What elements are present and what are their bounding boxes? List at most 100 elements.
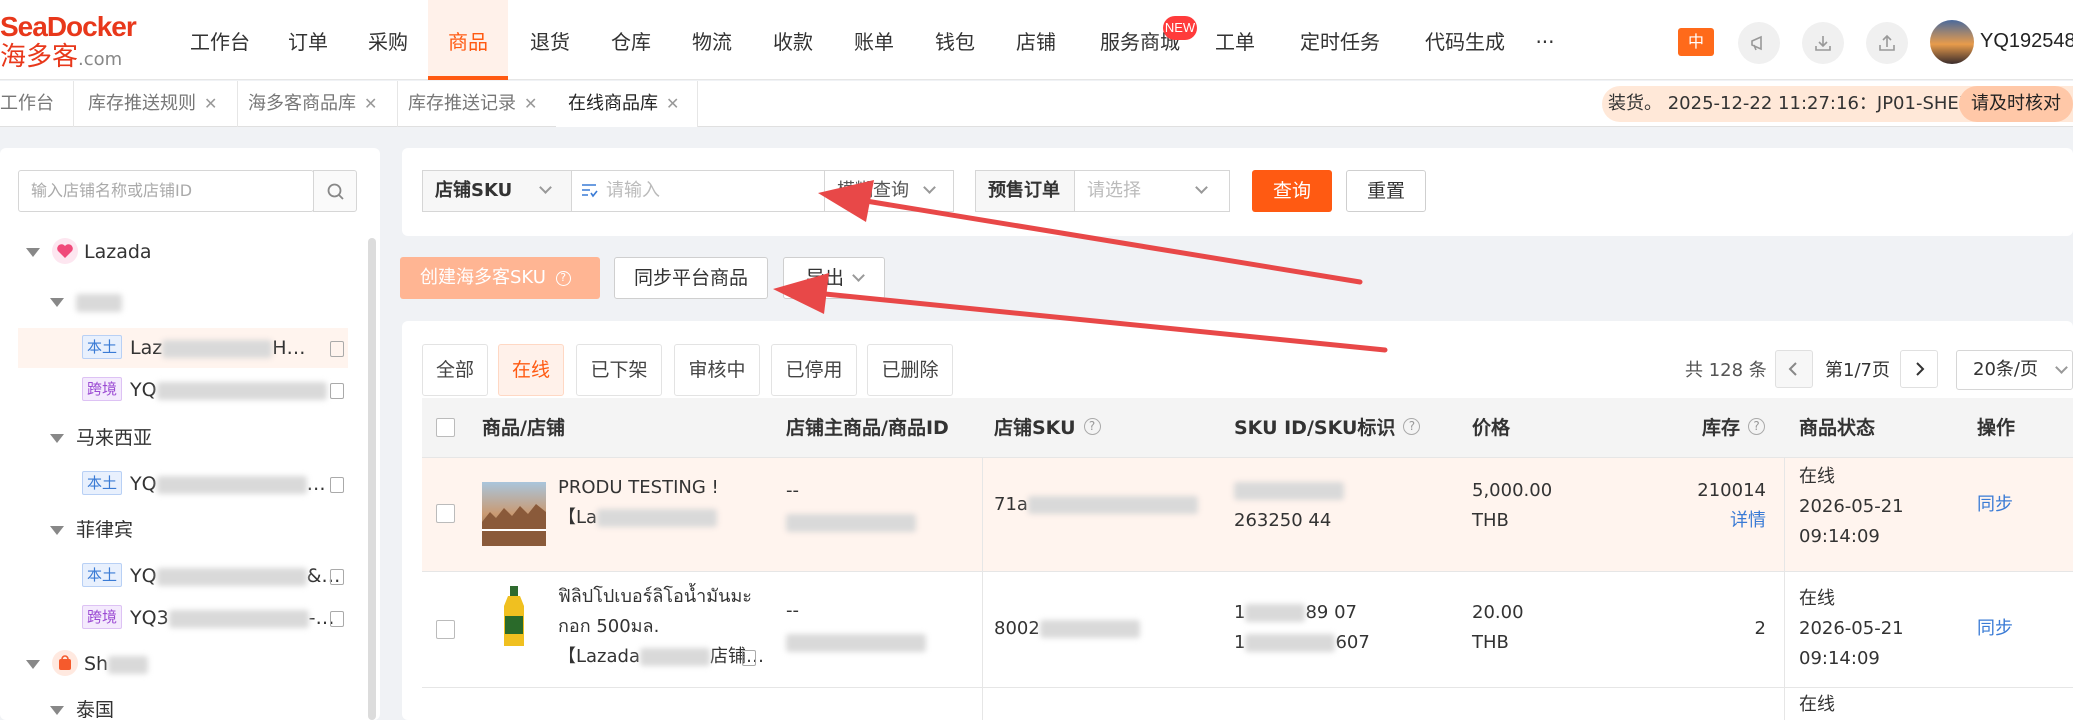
nav-item-returns[interactable]: 退货: [510, 0, 590, 80]
nav-item-purchase[interactable]: 采购: [348, 0, 428, 80]
help-icon[interactable]: ?: [1748, 418, 1766, 435]
avatar[interactable]: [1930, 20, 1974, 64]
sync-link[interactable]: 同步: [1977, 614, 2013, 644]
sync-link[interactable]: 同步: [1977, 490, 2013, 520]
table-row[interactable]: ฟิลิปโปเบอร์ลิโอน้ำมันมะ กอก 500มล. 【Laz…: [422, 572, 2073, 688]
upload-icon[interactable]: [1866, 22, 1908, 64]
nav-item-orders[interactable]: 订单: [268, 0, 348, 80]
match-mode-select[interactable]: 模糊查询: [824, 170, 954, 212]
create-sku-button[interactable]: 创建海多客SKU ?: [400, 257, 600, 299]
nav-item-scheduled-tasks[interactable]: 定时任务: [1280, 0, 1400, 80]
shopee-icon: [52, 649, 78, 676]
user-name[interactable]: YQ192548: [1980, 30, 2073, 53]
sidebar-scrollbar[interactable]: [368, 238, 376, 720]
product-title[interactable]: ฟิลิปโปเบอร์ลิโอน้ำมันมะ: [558, 582, 752, 612]
help-icon[interactable]: ?: [1083, 418, 1101, 435]
copy-icon[interactable]: [330, 477, 344, 493]
tree-node-philippines[interactable]: 菲律宾: [50, 510, 133, 550]
prev-page-button[interactable]: [1775, 350, 1813, 388]
store-sidebar: 输入店铺名称或店铺ID Lazada 本土 Laz H… 跨境 YQ 马来西亚 本土 Y…: [0, 148, 380, 720]
nav-item-service-mall[interactable]: 服务商城: [1085, 0, 1195, 80]
help-icon[interactable]: ?: [1403, 418, 1421, 435]
nav-item-tickets[interactable]: 工单: [1195, 0, 1275, 80]
export-button[interactable]: 导出: [783, 257, 885, 299]
tab-all[interactable]: 全部: [422, 344, 488, 396]
stock-detail-link[interactable]: 详情: [1672, 506, 1766, 536]
new-badge: NEW: [1163, 16, 1197, 40]
copy-icon[interactable]: [330, 611, 344, 627]
tab-stock-push-rules[interactable]: 库存推送规则 ✕: [76, 81, 238, 127]
table-row[interactable]: PRODU TESTING ! 【La -- 71a 263250 44 5,0…: [422, 458, 2073, 572]
product-title-line2: กอก 500มล.: [558, 616, 660, 637]
language-switch[interactable]: 中: [1678, 28, 1714, 56]
price: 5,000.00: [1472, 480, 1553, 501]
nav-item-receipts[interactable]: 收款: [753, 0, 833, 80]
store-sku: 71a: [994, 490, 1198, 520]
nav-item-logistics[interactable]: 物流: [672, 0, 752, 80]
seadocker-logo[interactable]: SeaDocker 海多客.com: [0, 12, 150, 73]
tab-online-products[interactable]: 在线商品库 ✕: [556, 81, 698, 127]
tree-store-item[interactable]: 本土 Laz H…: [18, 328, 348, 368]
tab-delisted[interactable]: 已下架: [576, 344, 662, 396]
table-row[interactable]: 在线: [422, 688, 2073, 720]
tab-workbench[interactable]: 工作台: [0, 81, 74, 127]
next-page-button[interactable]: [1900, 350, 1938, 388]
announcement-icon[interactable]: [1738, 22, 1780, 64]
close-icon[interactable]: ✕: [204, 94, 217, 113]
search-button[interactable]: [313, 170, 357, 212]
nav-item-warehouse[interactable]: 仓库: [591, 0, 671, 80]
close-icon[interactable]: ✕: [666, 94, 679, 113]
tab-online[interactable]: 在线: [498, 344, 564, 396]
product-thumbnail: [482, 482, 546, 546]
page-size-select[interactable]: 20条/页: [1956, 350, 2073, 390]
nav-more-icon[interactable]: ···: [1525, 0, 1565, 80]
tree-node-malaysia[interactable]: 马来西亚: [50, 418, 152, 458]
col-main-product-id: 店铺主商品/商品ID: [786, 417, 949, 439]
sync-platform-products-button[interactable]: 同步平台商品: [614, 257, 768, 299]
tree-store-item[interactable]: 本土 YQ…: [82, 464, 326, 504]
reset-button[interactable]: 重置: [1346, 170, 1426, 212]
row-checkbox[interactable]: [436, 620, 455, 639]
nav-item-wallet[interactable]: 钱包: [915, 0, 995, 80]
presale-select[interactable]: 请选择: [1074, 170, 1230, 212]
select-all-checkbox[interactable]: [436, 418, 455, 437]
sku-search-input[interactable]: 请输入: [571, 170, 825, 212]
product-title[interactable]: PRODU TESTING !: [558, 473, 719, 503]
col-status: 商品状态: [1799, 417, 1876, 439]
copy-icon[interactable]: [330, 569, 344, 585]
nav-item-stores[interactable]: 店铺: [996, 0, 1076, 80]
nav-item-bills[interactable]: 账单: [834, 0, 914, 80]
copy-icon[interactable]: [742, 650, 756, 666]
row-checkbox[interactable]: [436, 504, 455, 523]
close-icon[interactable]: ✕: [524, 94, 537, 113]
page-indicator: 第1/7页: [1825, 360, 1890, 381]
nav-item-workbench[interactable]: 工作台: [180, 0, 260, 80]
expand-caret-icon[interactable]: [26, 248, 40, 257]
tree-store-item[interactable]: 本土 YQ &…: [82, 556, 340, 596]
store-search-input[interactable]: 输入店铺名称或店铺ID: [18, 170, 314, 212]
field-select[interactable]: 店铺SKU: [422, 170, 572, 212]
tree-node-thailand[interactable]: 泰国: [50, 690, 114, 720]
tree-node-lazada[interactable]: Lazada: [26, 232, 152, 272]
tab-deleted[interactable]: 已删除: [867, 344, 953, 396]
query-button[interactable]: 查询: [1252, 170, 1332, 212]
notice-marquee: 装货。 2025-12-22 11:27:16：JP01-SHEN 请及时核对: [1602, 86, 2073, 122]
nav-item-code-gen[interactable]: 代码生成: [1405, 0, 1525, 80]
copy-icon[interactable]: [330, 383, 344, 399]
tab-product-library[interactable]: 海多客商品库 ✕: [236, 81, 398, 127]
tab-disabled[interactable]: 已停用: [771, 344, 857, 396]
tab-under-review[interactable]: 审核中: [674, 344, 760, 396]
copy-icon[interactable]: [330, 341, 344, 357]
currency: THB: [1472, 632, 1509, 653]
tree-store-item[interactable]: 跨境 YQ: [82, 370, 327, 410]
close-icon[interactable]: ✕: [364, 94, 377, 113]
check-now-button[interactable]: 请及时核对: [1959, 86, 2073, 122]
download-icon[interactable]: [1802, 22, 1844, 64]
chevron-down-icon: [923, 181, 936, 194]
tree-node-country[interactable]: [50, 282, 122, 322]
tree-node-shopee[interactable]: Sh: [26, 644, 149, 684]
price: 20.00: [1472, 602, 1524, 623]
tree-store-item[interactable]: 跨境 YQ3 -…: [82, 598, 335, 638]
nav-item-products[interactable]: 商品: [428, 0, 508, 80]
tab-stock-push-records[interactable]: 库存推送记录 ✕: [396, 81, 558, 127]
